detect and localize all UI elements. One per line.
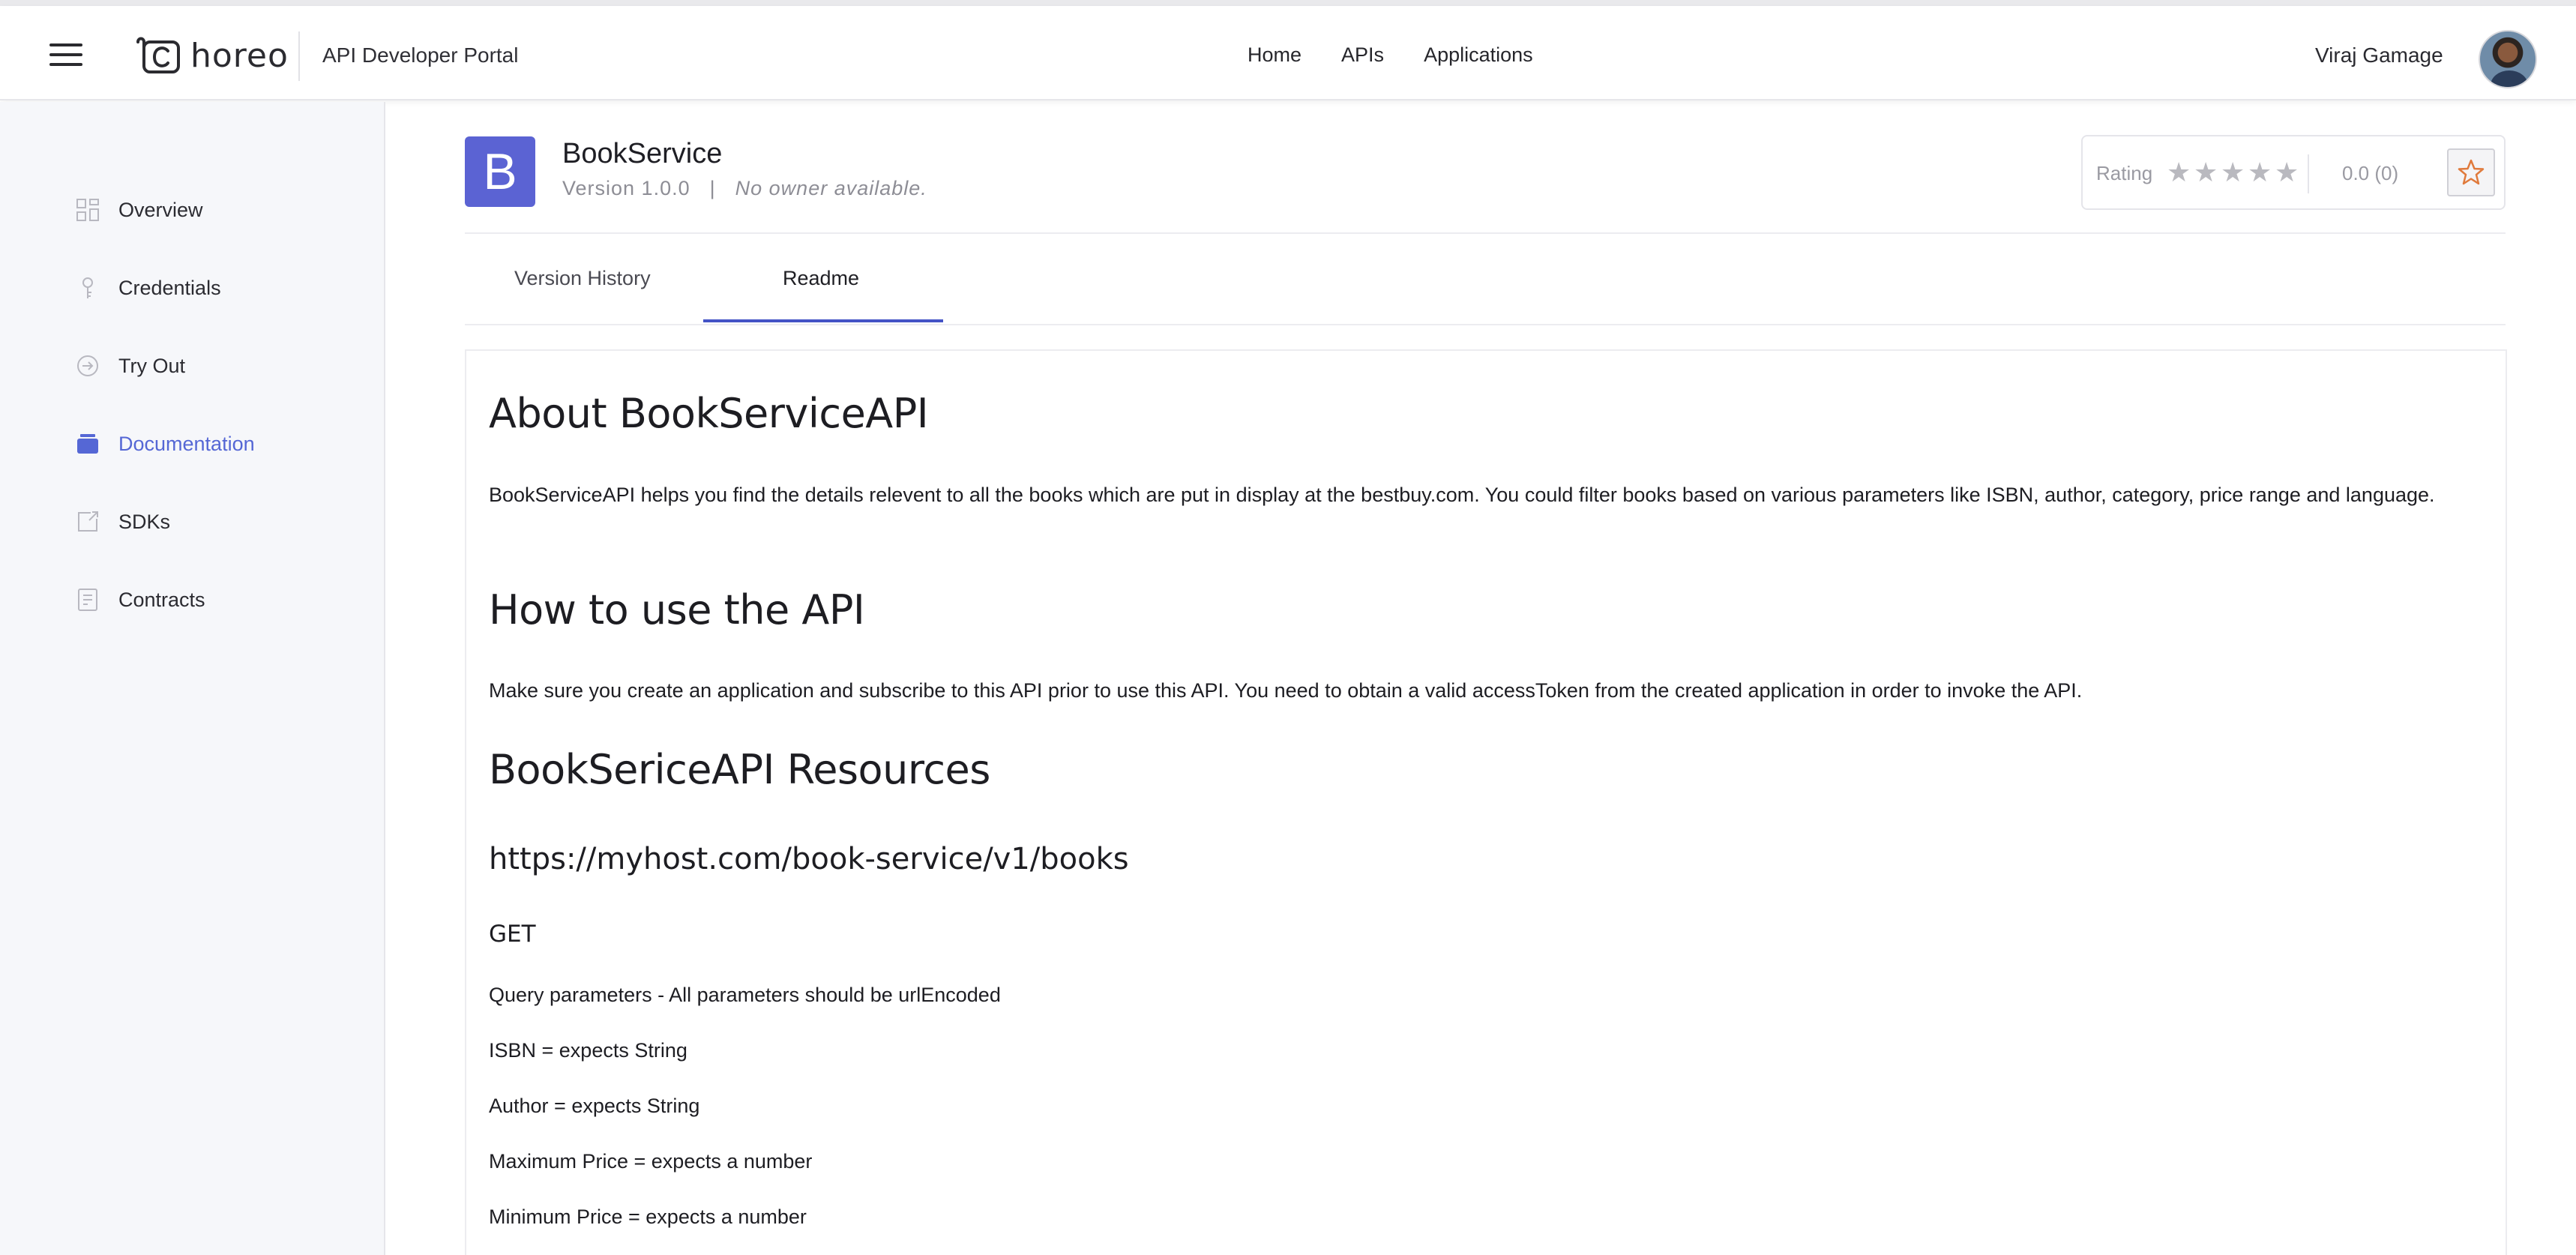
choreo-logo-icon bbox=[136, 37, 180, 73]
sidebar-item-try-out[interactable]: Try Out bbox=[75, 351, 185, 381]
sidebar-item-label: SDKs bbox=[118, 510, 171, 533]
key-icon bbox=[75, 275, 100, 301]
star-icon[interactable]: ★ bbox=[2221, 157, 2248, 187]
api-version: Version 1.0.0 bbox=[562, 177, 690, 199]
rating-divider bbox=[2308, 154, 2309, 193]
http-method: GET bbox=[489, 921, 536, 948]
tab-version-history[interactable]: Version History bbox=[514, 267, 651, 290]
api-logo: B bbox=[465, 136, 535, 207]
rating-label: Rating bbox=[2096, 162, 2153, 184]
star-icon[interactable]: ★ bbox=[2167, 157, 2194, 187]
export-icon bbox=[75, 509, 100, 535]
document-icon bbox=[75, 587, 100, 613]
app-header: horeo API Developer Portal Home APIs App… bbox=[0, 6, 2576, 100]
header-divider bbox=[298, 31, 300, 81]
star-icon[interactable]: ★ bbox=[2194, 157, 2221, 187]
tab-readme[interactable]: Readme bbox=[783, 267, 859, 290]
sidebar-item-label: Overview bbox=[118, 198, 203, 221]
sidebar-item-credentials[interactable]: Credentials bbox=[75, 273, 221, 303]
arrow-circle-icon bbox=[75, 353, 100, 379]
param-line: Query parameters - All parameters should… bbox=[489, 984, 1001, 1006]
star-outline-icon bbox=[2458, 159, 2485, 185]
paragraph-about: BookServiceAPI helps you find the detail… bbox=[489, 484, 2435, 506]
favorite-button[interactable] bbox=[2447, 148, 2495, 196]
star-icon[interactable]: ★ bbox=[2275, 157, 2302, 187]
rating-value: 0.0 (0) bbox=[2342, 162, 2399, 184]
rating-stars[interactable]: ★ ★ ★ ★ ★ bbox=[2167, 157, 2302, 187]
grid-icon bbox=[75, 197, 100, 223]
heading-about: About BookServiceAPI bbox=[489, 390, 929, 437]
heading-resources: BookSericeAPI Resources bbox=[489, 746, 990, 793]
param-line: ISBN = expects String bbox=[489, 1039, 687, 1062]
api-name: BookService bbox=[562, 138, 723, 169]
top-border bbox=[0, 0, 2576, 6]
choreo-logo[interactable]: horeo bbox=[135, 34, 289, 76]
paragraph-how-to-use: Make sure you create an application and … bbox=[489, 679, 2083, 702]
avatar[interactable] bbox=[2479, 30, 2537, 88]
rating-box: Rating ★ ★ ★ ★ ★ 0.0 (0) bbox=[2081, 135, 2506, 210]
sidebar: Overview Credentials Try Out Documentati… bbox=[0, 102, 385, 1255]
sidebar-item-label: Documentation bbox=[118, 432, 255, 455]
param-line: Author = expects String bbox=[489, 1095, 700, 1117]
nav-apis[interactable]: APIs bbox=[1341, 43, 1384, 67]
sidebar-item-label: Credentials bbox=[118, 276, 221, 299]
tabs-divider bbox=[465, 324, 2506, 325]
nav-home[interactable]: Home bbox=[1248, 43, 1301, 67]
meta-separator: | bbox=[709, 177, 716, 199]
sidebar-item-sdks[interactable]: SDKs bbox=[75, 507, 170, 537]
nav-applications[interactable]: Applications bbox=[1424, 43, 1533, 67]
sidebar-item-contracts[interactable]: Contracts bbox=[75, 585, 205, 615]
top-nav: Home APIs Applications bbox=[1248, 43, 1573, 67]
star-icon[interactable]: ★ bbox=[2248, 157, 2275, 187]
api-meta: Version 1.0.0 | No owner available. bbox=[562, 177, 927, 200]
sidebar-item-label: Try Out bbox=[118, 354, 186, 377]
api-owner: No owner available. bbox=[735, 177, 927, 199]
endpoint-url: https://myhost.com/book-service/v1/books bbox=[489, 842, 1129, 876]
sidebar-item-documentation[interactable]: Documentation bbox=[75, 429, 255, 459]
user-name[interactable]: Viraj Gamage bbox=[2315, 43, 2443, 67]
folder-icon bbox=[75, 431, 100, 457]
portal-title: API Developer Portal bbox=[322, 43, 519, 67]
param-line: Minimum Price = expects a number bbox=[489, 1206, 807, 1228]
divider bbox=[465, 232, 2506, 234]
logo-text: horeo bbox=[190, 36, 289, 75]
menu-icon[interactable] bbox=[49, 43, 82, 67]
active-tab-indicator bbox=[703, 319, 943, 322]
param-line: Maximum Price = expects a number bbox=[489, 1150, 813, 1173]
sidebar-item-label: Contracts bbox=[118, 588, 205, 611]
sidebar-item-overview[interactable]: Overview bbox=[75, 195, 203, 225]
heading-how-to-use: How to use the API bbox=[489, 586, 865, 633]
